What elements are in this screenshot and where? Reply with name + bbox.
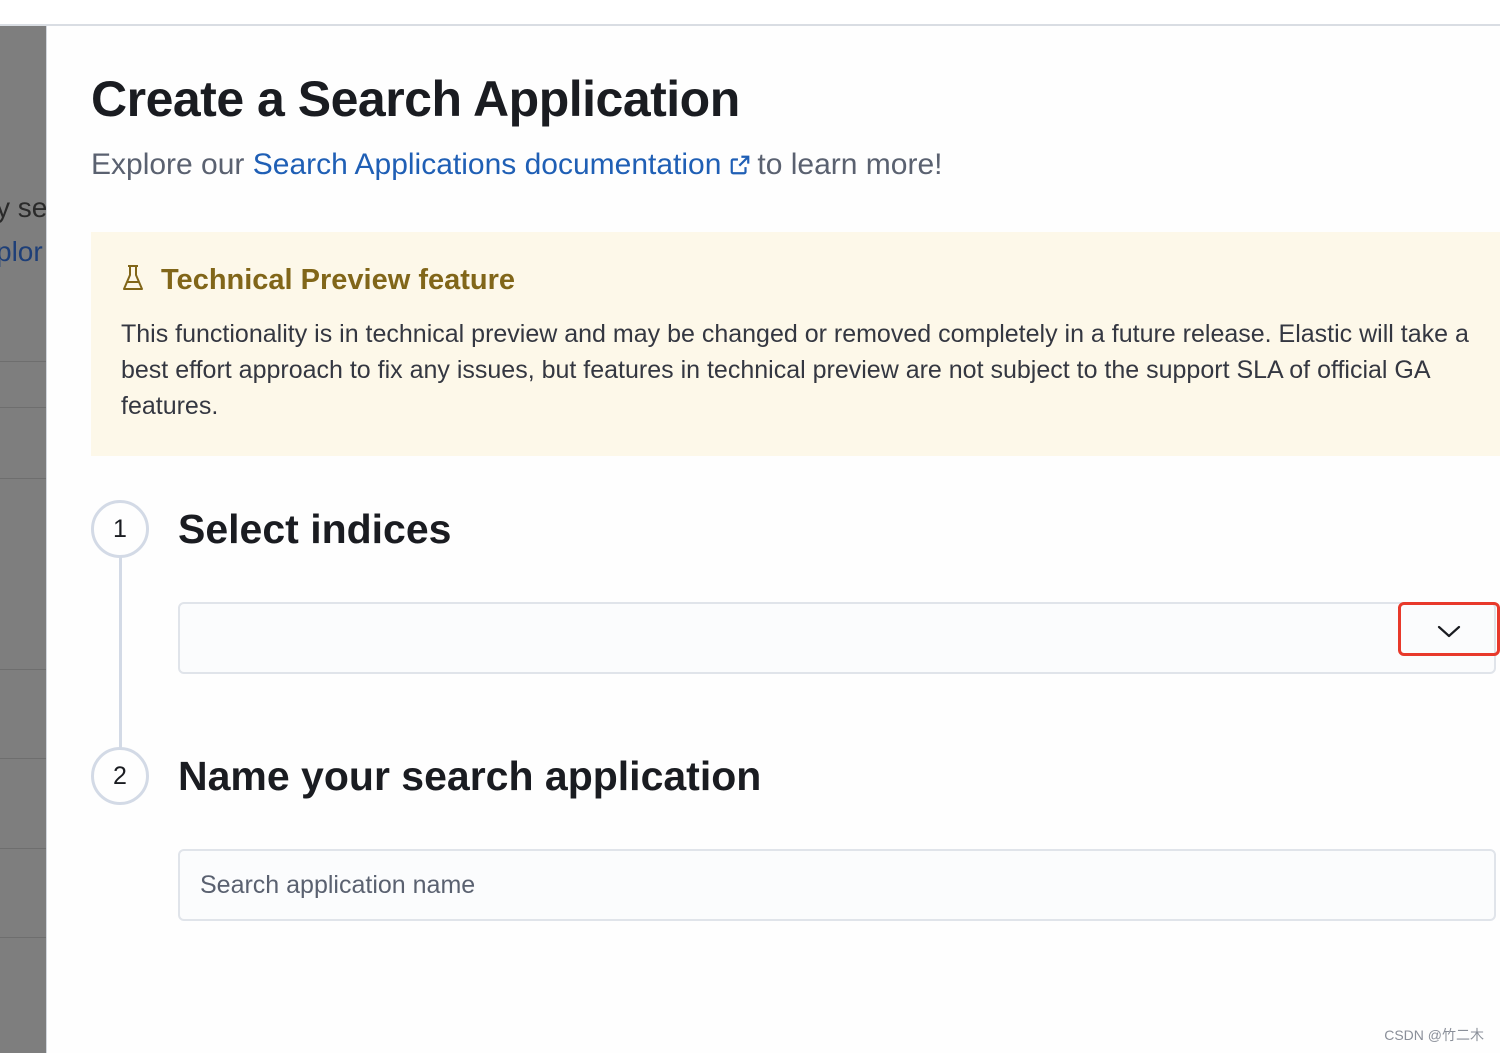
- background-divider: [0, 669, 46, 670]
- background-divider: [0, 758, 46, 759]
- step-number-badge: 1: [91, 500, 149, 558]
- watermark: CSDN @竹二木: [1384, 1027, 1484, 1043]
- indices-combobox[interactable]: [178, 602, 1496, 674]
- background-divider: [0, 478, 46, 479]
- flyout-title: Create a Search Application: [91, 71, 740, 127]
- beaker-icon: [121, 264, 145, 297]
- step-title-name-application: Name your search application: [178, 753, 762, 799]
- background-divider: [0, 407, 46, 408]
- combobox-toggle-highlighted[interactable]: [1398, 602, 1500, 656]
- background-link-fragment: plor: [0, 236, 43, 267]
- background-divider: [0, 361, 46, 362]
- background-divider: [0, 848, 46, 849]
- callout-title: Technical Preview feature: [161, 264, 516, 296]
- subtitle-suffix: to learn more!: [757, 148, 943, 181]
- technical-preview-callout: Technical Preview feature This functiona…: [91, 232, 1500, 456]
- create-search-application-flyout: Create a Search Application Explore our …: [46, 26, 1500, 1053]
- step-connector: [119, 556, 122, 750]
- subtitle-prefix: Explore our: [91, 148, 245, 181]
- documentation-link[interactable]: Search Applications documentation: [253, 148, 758, 181]
- callout-body: This functionality is in technical previ…: [121, 320, 1469, 420]
- callout-header: Technical Preview feature: [121, 264, 515, 297]
- search-application-name-input[interactable]: [178, 849, 1496, 921]
- page-overlay-backdrop[interactable]: y se plor: [0, 26, 46, 1053]
- flyout-subtitle: Explore our Search Applications document…: [91, 148, 943, 184]
- browser-top-strip: [0, 0, 1500, 26]
- background-divider: [0, 937, 46, 938]
- background-text-fragment: y se: [0, 192, 46, 223]
- chevron-down-icon: [1437, 625, 1461, 644]
- external-link-icon: [729, 150, 751, 184]
- step-number-badge: 2: [91, 747, 149, 805]
- step-title-select-indices: Select indices: [178, 506, 452, 552]
